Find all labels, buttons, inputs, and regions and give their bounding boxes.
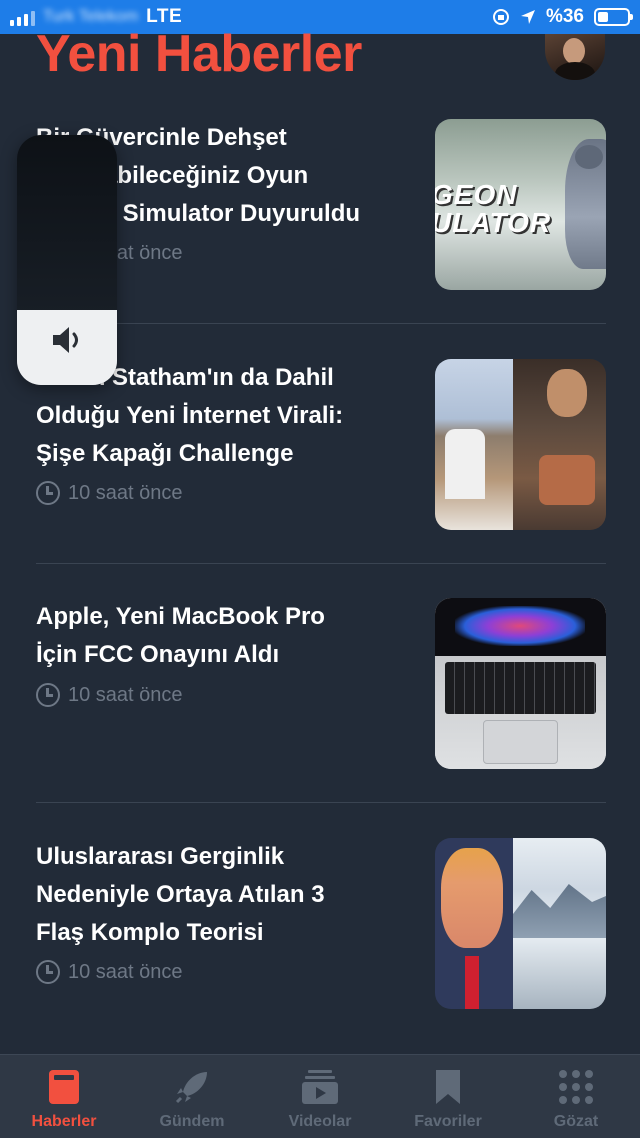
pigeon-image	[565, 139, 606, 269]
news-item[interactable]: Uluslararası Gerginlik Nedeniyle Ortaya …	[36, 838, 606, 1009]
battery-icon	[594, 8, 633, 26]
news-time: 10 saat önce	[36, 481, 183, 505]
page-title: Yeni Haberler	[36, 25, 362, 83]
grid-icon	[556, 1067, 596, 1107]
clock-icon	[36, 481, 60, 505]
news-thumbnail[interactable]	[435, 359, 606, 530]
news-title-line: Uluslararası Gerginlik	[36, 843, 285, 870]
signal-strength-icon	[10, 8, 35, 26]
tab-label: Gündem	[159, 1113, 225, 1130]
news-thumbnail[interactable]	[435, 838, 606, 1009]
news-time: 10 saat önce	[36, 960, 183, 984]
tab-label: Haberler	[31, 1113, 97, 1130]
news-time-text: 10 saat önce	[68, 960, 183, 983]
tab-label: Videolar	[288, 1113, 352, 1130]
keyboard-image	[445, 662, 596, 714]
news-title-line: Flaş Komplo Teorisi	[36, 919, 264, 946]
tab-label: Gözat	[553, 1113, 599, 1130]
news-time-text: 10 saat önce	[68, 683, 183, 706]
bookmark-icon	[428, 1067, 468, 1107]
rocket-icon	[172, 1067, 212, 1107]
speaker-icon	[53, 327, 78, 353]
tab-haberler[interactable]: Haberler	[0, 1055, 128, 1138]
battery-fill	[598, 12, 609, 22]
tab-favoriler[interactable]: Favoriler	[384, 1055, 512, 1138]
avatar[interactable]	[545, 34, 605, 80]
news-title-line: Olduğu Yeni İnternet Virali:	[36, 402, 344, 429]
thumb-photo-right	[513, 838, 606, 1009]
volume-hud	[17, 135, 117, 385]
thumb-photo-right	[513, 359, 606, 530]
status-right: %36	[492, 6, 633, 28]
battery-percent: %36	[545, 6, 584, 27]
news-title-line: Şişe Kapağı Challenge	[36, 440, 294, 467]
divider	[36, 802, 606, 803]
thumb-photo-left	[435, 838, 513, 1009]
divider	[36, 323, 606, 324]
trackpad-image	[483, 720, 558, 764]
news-thumbnail[interactable]	[435, 598, 606, 769]
tab-gundem[interactable]: Gündem	[128, 1055, 256, 1138]
location-icon	[520, 10, 535, 24]
news-title: Uluslararası Gerginlik Nedeniyle Ortaya …	[36, 838, 416, 952]
news-title-line: İçin FCC Onayını Aldı	[36, 641, 280, 668]
laptop-screen-image	[435, 598, 606, 656]
news-time: 10 saat önce	[36, 683, 183, 707]
news-title-line: Nedeniyle Ortaya Atılan 3	[36, 881, 325, 908]
tab-videolar[interactable]: Videolar	[256, 1055, 384, 1138]
tab-bar: Haberler Gündem Videolar Favoriler Gözat	[0, 1054, 640, 1138]
divider	[36, 563, 606, 564]
news-item[interactable]: Apple, Yeni MacBook Pro İçin FCC Onayını…	[36, 598, 606, 769]
orientation-lock-icon	[492, 9, 509, 25]
clock-icon	[36, 683, 60, 707]
laptop-body-image	[435, 656, 606, 769]
thumb-photo-left	[435, 359, 513, 530]
news-title: Apple, Yeni MacBook Pro İçin FCC Onayını…	[36, 598, 416, 674]
news-item[interactable]: Jason Statham'ın da Dahil Olduğu Yeni İn…	[36, 359, 606, 530]
video-icon	[300, 1067, 340, 1107]
news-icon	[44, 1067, 84, 1107]
tab-gozat[interactable]: Gözat	[512, 1055, 640, 1138]
news-time-text: 10 saat önce	[68, 481, 183, 504]
news-item[interactable]: Bir Güvercinle Dehşet Yaşayabileceğiniz …	[36, 119, 606, 290]
clock-icon	[36, 960, 60, 984]
news-title-line: Apple, Yeni MacBook Pro	[36, 603, 325, 630]
news-thumbnail[interactable]: GEON ULATOR	[435, 119, 606, 290]
thumb-text: ULATOR	[435, 207, 552, 238]
tab-label: Favoriler	[414, 1113, 482, 1130]
